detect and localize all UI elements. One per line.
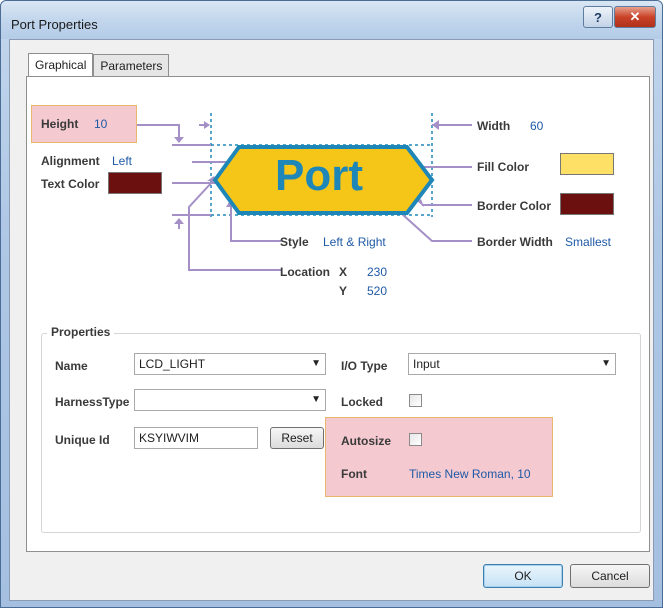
tab-graphical[interactable]: Graphical xyxy=(28,53,94,76)
width-label: Width xyxy=(477,119,511,133)
locked-label: Locked xyxy=(341,395,384,409)
border-color-swatch[interactable] xyxy=(560,193,614,215)
fill-color-swatch[interactable] xyxy=(560,153,614,175)
name-label: Name xyxy=(55,359,88,373)
properties-group-title: Properties xyxy=(47,325,115,339)
harness-type-combobox[interactable]: ▼ xyxy=(134,389,326,411)
unique-id-label: Unique Id xyxy=(55,433,110,447)
height-value[interactable]: 10 xyxy=(94,117,107,131)
close-icon: ✕ xyxy=(629,9,641,24)
help-icon: ? xyxy=(594,9,602,25)
fill-color-label: Fill Color xyxy=(477,160,529,174)
location-y-value[interactable]: 520 xyxy=(367,284,387,298)
border-color-label: Border Color xyxy=(477,199,552,213)
window-title: Port Properties xyxy=(11,17,98,32)
name-combobox[interactable]: LCD_LIGHT ▼ xyxy=(134,353,326,375)
autosize-label: Autosize xyxy=(341,434,392,448)
tab-strip: Graphical Parameters xyxy=(28,53,170,76)
border-width-value[interactable]: Smallest xyxy=(565,235,611,249)
alignment-label: Alignment xyxy=(41,154,100,168)
width-arrow-head xyxy=(432,120,439,130)
port-preview-text: Port xyxy=(275,151,363,200)
autosize-checkbox[interactable] xyxy=(409,433,422,446)
height-bottom-head xyxy=(174,218,184,224)
height-label: Height xyxy=(41,117,79,131)
height-arrow xyxy=(137,124,180,141)
location-x-label: X xyxy=(339,265,348,279)
font-value[interactable]: Times New Roman, 10 xyxy=(409,467,531,481)
border-width-label: Border Width xyxy=(477,235,553,249)
unique-id-input[interactable]: KSYIWVIM xyxy=(134,427,258,449)
font-label: Font xyxy=(341,467,367,481)
io-type-value: Input xyxy=(413,357,440,371)
dialog-client: Graphical Parameters Port Height 10 Alig… xyxy=(9,39,654,601)
style-label: Style xyxy=(280,235,309,249)
locked-checkbox[interactable] xyxy=(409,394,422,407)
width-value[interactable]: 60 xyxy=(530,119,543,133)
io-type-label: I/O Type xyxy=(341,359,388,373)
unique-id-value: KSYIWVIM xyxy=(139,431,200,445)
location-label: Location xyxy=(280,265,330,279)
close-button[interactable]: ✕ xyxy=(614,6,656,28)
text-color-swatch[interactable] xyxy=(108,172,162,194)
chevron-down-icon: ▼ xyxy=(311,394,321,405)
location-x-value[interactable]: 230 xyxy=(367,265,387,279)
graphical-panel: Port Height 10 Alignment Left Text Color… xyxy=(26,76,650,552)
harness-type-label: HarnessType xyxy=(55,395,130,409)
name-value: LCD_LIGHT xyxy=(139,357,206,371)
io-type-combobox[interactable]: Input ▼ xyxy=(408,353,616,375)
dialog-window: Port Properties ? ✕ Graphical Parameters xyxy=(0,0,663,608)
location-y-label: Y xyxy=(339,284,348,298)
height-tick-head xyxy=(204,121,210,129)
title-bar: Port Properties ? ✕ xyxy=(1,1,662,39)
ok-button[interactable]: OK xyxy=(483,564,563,588)
alignment-value[interactable]: Left xyxy=(112,154,132,168)
style-value[interactable]: Left & Right xyxy=(323,235,386,249)
height-arrow-head xyxy=(174,137,184,143)
cancel-button[interactable]: Cancel xyxy=(570,564,650,588)
reset-button[interactable]: Reset xyxy=(270,427,324,449)
chevron-down-icon: ▼ xyxy=(311,358,321,369)
chevron-down-icon: ▼ xyxy=(601,358,611,369)
text-color-label: Text Color xyxy=(41,177,100,191)
tab-parameters[interactable]: Parameters xyxy=(93,54,170,76)
help-button[interactable]: ? xyxy=(583,6,613,28)
